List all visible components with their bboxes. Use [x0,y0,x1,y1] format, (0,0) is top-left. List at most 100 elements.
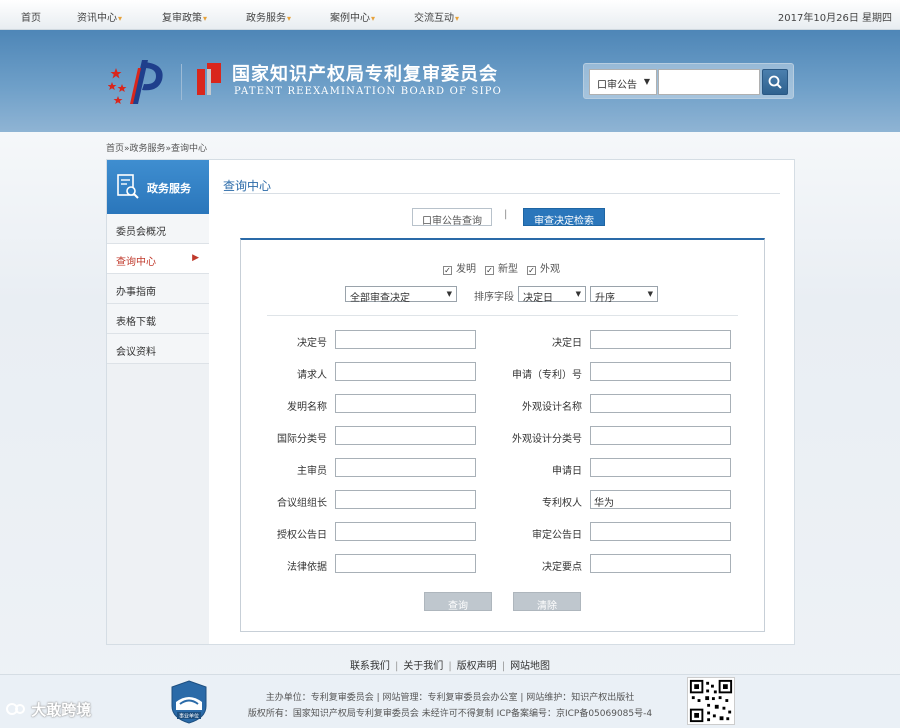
design-name-input[interactable] [590,394,731,413]
field-label: 申请（专利）号 [512,370,582,381]
footer-sponsor-line: 主办单位：专利复审委员会 | 网站管理：专利复审委员会办公室 | 网站维护：知识… [265,693,635,703]
footer-link-contact[interactable]: 联系我们 [350,661,390,672]
field-label: 申请日 [552,466,582,477]
field-label: 国际分类号 [277,434,327,445]
sipo-logo-icon [197,63,221,95]
search-type-select[interactable]: 口审公告 ▼ [589,69,657,95]
design-class-input[interactable] [590,426,731,445]
nav-news[interactable]: 资讯中心▾ [77,9,122,24]
checkbox-design[interactable]: ✓ 外观 [527,260,560,275]
field-label: 授权公告日 [277,530,327,541]
tab-oral-announcement[interactable]: 口审公告查询 [412,208,492,227]
sort-field-select[interactable]: 决定日 ▼ [518,286,586,304]
footer-link-sitemap[interactable]: 网站地图 [510,661,550,672]
field-label: 主审员 [297,466,327,477]
current-date: 2017年10月26日 星期四 [777,13,892,24]
nav-policy[interactable]: 复审政策▾ [162,9,207,24]
checkbox-icon: ✓ [527,266,536,275]
field-label: 法律依据 [287,562,327,573]
emblem-icon [108,60,163,104]
search-icon [768,75,782,89]
field-label: 决定要点 [542,562,582,573]
watermark-logo-icon [6,703,25,715]
field-label: 外观设计分类号 [512,434,582,445]
clear-button[interactable]: 清除 [513,592,581,612]
form-divider [267,315,738,316]
checkbox-icon: ✓ [485,266,494,275]
document-search-icon [117,174,139,199]
query-button[interactable]: 查询 [424,592,492,612]
sidebar-item-overview[interactable]: 委员会概况 [107,214,209,244]
search-button[interactable] [762,69,788,95]
sidebar-header: 政务服务 [107,160,209,214]
sort-order-select[interactable]: 升序 ▼ [590,286,658,304]
nav-cases[interactable]: 案例中心▾ [330,9,375,24]
requester-input[interactable] [335,362,476,381]
footer-link-copyright[interactable]: 版权声明 [457,661,497,672]
chevron-down-icon: ▾ [118,14,123,23]
sidebar: 政务服务 委员会概况 查询中心 ▶ 办事指南 表格下载 会议资料 [107,160,209,644]
sidebar-item-guide[interactable]: 办事指南 [107,274,209,304]
legal-basis-input[interactable] [335,554,476,573]
top-nav: 首页 资讯中心▾ 复审政策▾ 政务服务▾ 案例中心▾ 交流互动▾ 2017年10… [0,0,900,30]
sort-field-label: 排序字段 [474,292,514,303]
ipc-input[interactable] [335,426,476,445]
dropdown-arrow-icon: ▼ [446,290,452,298]
nav-home[interactable]: 首页 [21,9,41,24]
tab-decision-search[interactable]: 审查决定检索 [523,208,605,227]
invention-name-input[interactable] [335,394,476,413]
sidebar-item-query-center[interactable]: 查询中心 ▶ [107,244,209,274]
field-label: 专利权人 [542,498,582,509]
decision-number-input[interactable] [335,330,476,349]
nav-services[interactable]: 政务服务▾ [246,9,291,24]
nav-interaction[interactable]: 交流互动▾ [414,9,459,24]
active-marker-icon: ▶ [192,253,199,263]
footer-link-about[interactable]: 关于我们 [403,661,443,672]
search-input[interactable] [658,69,760,95]
field-label: 发明名称 [287,402,327,413]
org-name-cn: 国家知识产权局专利复审委员会 [232,64,498,85]
application-number-input[interactable] [590,362,731,381]
header-banner: 国家知识产权局专利复审委员会 PATENT REEXAMINATION BOAR… [0,30,900,132]
decision-date-input[interactable] [590,330,731,349]
dropdown-arrow-icon: ▼ [647,290,653,298]
search-form: ✓ 发明 ✓ 新型 ✓ 外观 全部审查决定 ▼ 排序字段 决定日 ▼ 升序 ▼ 决定号 请求… [240,238,765,632]
main-panel: 政务服务 委员会概况 查询中心 ▶ 办事指南 表格下载 会议资料 查询中心 口审公… [106,159,795,645]
field-label: 决定号 [297,338,327,349]
panel-leader-input[interactable] [335,490,476,509]
footer-links: 联系我们 | 关于我们 | 版权声明 | 网站地图 [349,661,551,672]
dropdown-arrow-icon: ▼ [643,77,650,86]
sidebar-title: 政务服务 [147,182,191,195]
chevron-down-icon: ▾ [371,14,376,23]
decision-points-input[interactable] [590,554,731,573]
chevron-down-icon: ▾ [203,14,208,23]
site-search: 口审公告 ▼ [583,63,794,99]
field-label: 合议组组长 [277,498,327,509]
sidebar-item-forms[interactable]: 表格下载 [107,304,209,334]
page-title: 查询中心 [223,179,272,193]
dropdown-arrow-icon: ▼ [575,290,581,298]
org-name-en: PATENT REEXAMINATION BOARD OF SIPO [234,86,503,97]
grant-date-input[interactable] [335,522,476,541]
breadcrumb[interactable]: 首页»政务服务»查询中心 [106,141,207,154]
sidebar-item-meetings[interactable]: 会议资料 [107,334,209,364]
field-label: 审定公告日 [532,530,582,541]
qr-code-icon [687,677,735,725]
chevron-down-icon: ▾ [455,14,460,23]
decision-type-select[interactable]: 全部审查决定 ▼ [345,286,457,304]
field-label: 决定日 [552,338,582,349]
patentee-input[interactable]: 华为 [590,490,731,509]
checkbox-utility[interactable]: ✓ 新型 [485,260,518,275]
examiner-input[interactable] [335,458,476,477]
footer-copyright-line: 版权所有：国家知识产权局专利复审委员会 未经许可不得复制 ICP备案编号：京IC… [247,709,653,719]
field-label: 请求人 [297,370,327,381]
chevron-down-icon: ▾ [287,14,292,23]
examined-announcement-date-input[interactable] [590,522,731,541]
checkbox-invention[interactable]: ✓ 发明 [443,260,476,275]
checkbox-icon: ✓ [443,266,452,275]
tab-separator: | [504,209,508,220]
watermark: 大敢跨境 [6,699,91,720]
title-divider [223,193,780,194]
logo-divider [181,64,182,100]
filing-date-input[interactable] [590,458,731,477]
